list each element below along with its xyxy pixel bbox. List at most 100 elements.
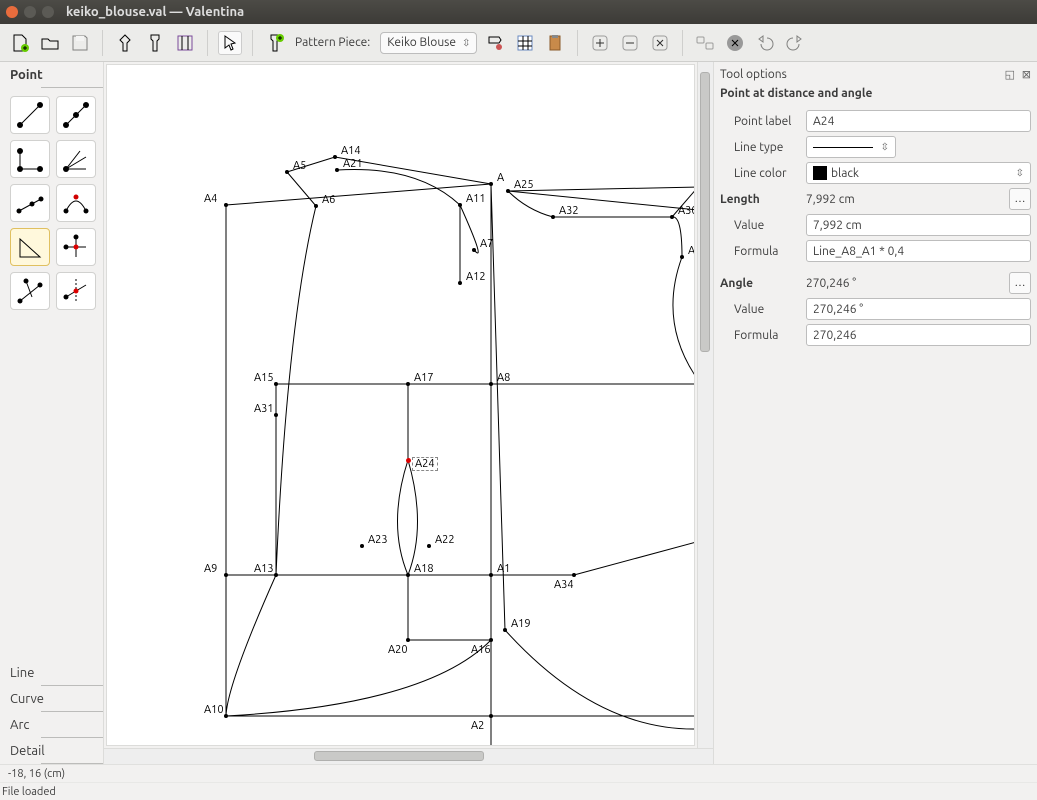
pointer-tool-icon[interactable] [218, 31, 242, 55]
tool-point-of-contact[interactable] [56, 184, 96, 222]
panel-close-icon[interactable]: ⊠ [1022, 69, 1031, 81]
pattern-lines [107, 65, 694, 745]
tab-line[interactable]: Line [0, 660, 103, 686]
pattern-point-A14[interactable]: A14 [341, 145, 361, 157]
tool-options-panel: Tool options ◱ ⊠ Point at distance and a… [713, 62, 1037, 764]
tab-curve[interactable]: Curve [0, 686, 103, 712]
window-title: keiko_blouse.val — Valentina [66, 5, 244, 19]
pattern-point-A9[interactable]: A9 [204, 563, 217, 575]
pattern-point-A18[interactable]: A18 [414, 563, 434, 575]
angle-display: 270,246 ° [806, 277, 1003, 290]
pattern-point-A22[interactable]: A22 [435, 534, 455, 546]
window-maximize-button[interactable] [42, 6, 54, 18]
status-coords: -18, 16 (cm) [0, 764, 1037, 782]
table-icon[interactable] [513, 31, 537, 55]
length-formula-lbl: Formula [720, 245, 800, 258]
pattern-point-A23[interactable]: A23 [368, 534, 388, 546]
options-icon[interactable] [483, 31, 507, 55]
pattern-point-A16[interactable]: A16 [471, 644, 491, 656]
angle-heading: Angle [720, 277, 800, 290]
length-formula-input[interactable]: Line_A8_A1 * 0,4 [806, 240, 1031, 262]
zoom-original-icon[interactable] [693, 31, 717, 55]
tool-bisector[interactable] [56, 140, 96, 178]
pattern-point-A6[interactable]: A6 [322, 194, 335, 206]
zoom-out-icon[interactable] [618, 31, 642, 55]
point-tool-grid [0, 88, 103, 318]
angle-value-lbl: Value [720, 303, 800, 316]
open-file-icon[interactable] [38, 31, 62, 55]
tool-normal[interactable] [10, 140, 50, 178]
pattern-point-A5[interactable]: A5 [293, 160, 306, 172]
zoom-in-icon[interactable] [588, 31, 612, 55]
pattern-point-A34[interactable]: A34 [554, 579, 574, 591]
chevron-updown-icon: ⇳ [1016, 167, 1024, 179]
pattern-piece-label: Pattern Piece: [295, 36, 370, 49]
pattern-point-A25[interactable]: A25 [514, 179, 534, 191]
length-formula-button[interactable]: … [1009, 188, 1031, 210]
pattern-point-A8[interactable]: A8 [497, 372, 510, 384]
panel-detach-icon[interactable]: ◱ [1005, 69, 1015, 81]
undo-icon[interactable] [753, 31, 777, 55]
pattern-point-A7[interactable]: A7 [480, 238, 493, 250]
horizontal-scrollbar[interactable] [104, 748, 713, 764]
line-color-select[interactable]: black ⇳ [806, 162, 1031, 184]
angle-formula-input[interactable]: 270,246 [806, 324, 1031, 346]
angle-value-input[interactable]: 270,246 ° [806, 298, 1031, 320]
drawing-canvas[interactable]: AA1A2A3A4A5A6A7A8A9A10A11A12A13A14A15A16… [106, 64, 695, 746]
point-label-input[interactable]: A24 [806, 110, 1031, 132]
individual-measurements-icon[interactable] [113, 31, 137, 55]
pattern-point-A11[interactable]: A11 [466, 193, 486, 205]
save-file-icon[interactable] [68, 31, 92, 55]
pattern-point-A20[interactable]: A20 [388, 644, 408, 656]
pattern-point-A31[interactable]: A31 [254, 403, 274, 415]
status-message: File loaded [0, 782, 1037, 800]
tool-endpoint[interactable] [10, 96, 50, 134]
vertical-scrollbar[interactable] [697, 62, 713, 748]
pattern-point-A4[interactable]: A4 [204, 193, 217, 205]
clipboard-icon[interactable] [543, 31, 567, 55]
pattern-point-A15[interactable]: A15 [254, 372, 274, 384]
pattern-point-A17[interactable]: A17 [414, 372, 434, 384]
color-swatch [813, 166, 827, 180]
length-value-input[interactable]: 7,992 cm [806, 214, 1031, 236]
pattern-point-A24[interactable]: A24 [412, 458, 438, 470]
window-minimize-button[interactable] [24, 6, 36, 18]
redo-icon[interactable] [783, 31, 807, 55]
pattern-point-A[interactable]: A [497, 172, 504, 184]
window-close-button[interactable] [6, 6, 18, 18]
line-color-lbl: Line color [720, 167, 800, 180]
pattern-point-A19[interactable]: A19 [511, 618, 531, 630]
tab-detail[interactable]: Detail [0, 738, 103, 764]
tool-triangle[interactable] [10, 228, 50, 266]
line-type-select[interactable]: ⇳ [806, 136, 896, 158]
pattern-piece-select[interactable]: Keiko Blouse ⇳ [380, 32, 477, 54]
tab-arc[interactable]: Arc [0, 712, 103, 738]
line-type-lbl: Line type [720, 141, 800, 154]
chevron-updown-icon: ⇳ [462, 37, 470, 49]
pattern-point-A21[interactable]: A21 [343, 158, 363, 170]
pattern-point-A2[interactable]: A2 [471, 720, 484, 732]
pattern-point-A32[interactable]: A32 [559, 205, 579, 217]
pattern-point-A12[interactable]: A12 [466, 271, 486, 283]
angle-formula-button[interactable]: … [1009, 272, 1031, 294]
pattern-point-A10[interactable]: A10 [204, 704, 224, 716]
zoom-fit-icon[interactable] [648, 31, 672, 55]
pattern-point-A13[interactable]: A13 [254, 563, 274, 575]
panel-title: Tool options [720, 68, 787, 81]
tool-shoulder[interactable] [10, 184, 50, 222]
new-pattern-piece-icon[interactable] [263, 31, 287, 55]
main-toolbar: Pattern Piece: Keiko Blouse ⇳ [0, 24, 1037, 62]
pattern-piece-value: Keiko Blouse [387, 36, 456, 49]
pattern-point-A35[interactable]: A35 [688, 245, 695, 257]
layout-icon[interactable] [173, 31, 197, 55]
new-file-icon[interactable] [8, 31, 32, 55]
tab-point[interactable]: Point [0, 62, 103, 88]
pattern-point-A1[interactable]: A1 [497, 563, 510, 575]
tool-along-line[interactable] [56, 96, 96, 134]
stop-icon[interactable] [723, 31, 747, 55]
pattern-point-A30[interactable]: A30 [678, 205, 695, 217]
pattern-piece-icon[interactable] [143, 31, 167, 55]
tool-point-intersection[interactable] [56, 228, 96, 266]
tool-line-intersect-axis[interactable] [56, 272, 96, 310]
tool-height[interactable] [10, 272, 50, 310]
